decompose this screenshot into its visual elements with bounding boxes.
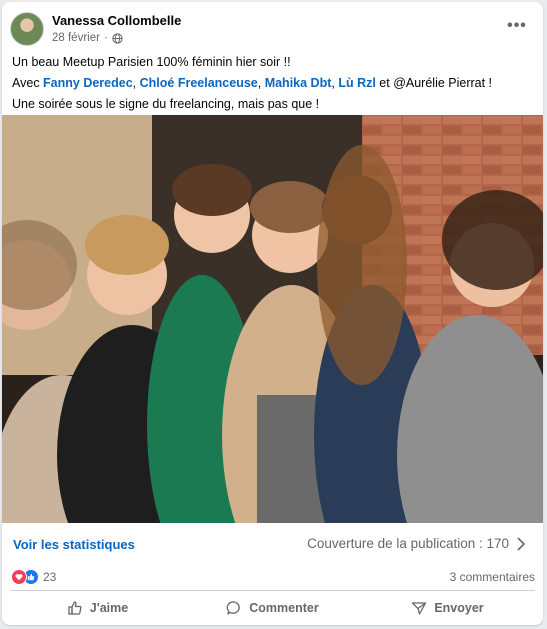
text-separator: , <box>257 76 265 90</box>
group-photo-illustration <box>2 115 543 523</box>
chevron-right-icon <box>517 536 526 551</box>
view-stats-link[interactable]: Voir les statistiques <box>13 537 135 552</box>
post-text: Un beau Meetup Parisien 100% féminin hie… <box>12 53 533 113</box>
comment-icon <box>226 601 241 615</box>
comment-button[interactable]: Commenter <box>185 594 360 622</box>
reaction-icons[interactable] <box>11 569 39 585</box>
more-options-button[interactable]: ••• <box>505 16 529 36</box>
send-icon <box>412 602 427 615</box>
post-coverage[interactable]: Couverture de la publication : 170 <box>307 536 527 551</box>
post-line-3: Une soirée sous le signe du freelancing,… <box>12 97 320 111</box>
mention-link[interactable]: Chloé Freelanceuse <box>140 76 258 90</box>
actions-divider <box>10 590 535 591</box>
send-label: Envoyer <box>434 601 484 615</box>
post-meta: 28 février · <box>52 32 123 44</box>
post-date[interactable]: 28 février <box>52 32 100 44</box>
post-header: Vanessa Collombelle 28 février · ••• <box>10 12 535 48</box>
mention-link[interactable]: Lù Rzl <box>338 76 376 90</box>
like-button[interactable]: J'aime <box>10 594 185 622</box>
reactions-row: 23 3 commentaires <box>2 564 543 588</box>
date-separator: · <box>103 32 108 44</box>
post-actions: J'aime Commenter Envoyer <box>10 594 535 622</box>
mention-link[interactable]: Fanny Deredec <box>43 76 133 90</box>
text-separator: , <box>132 76 140 90</box>
stats-row: Voir les statistiques Couverture de la p… <box>2 523 543 563</box>
reaction-count[interactable]: 23 <box>43 570 56 584</box>
post-card: Vanessa Collombelle 28 février · ••• Un … <box>2 2 543 625</box>
post-line-2: Avec Fanny Deredec, Chloé Freelanceuse, … <box>12 74 533 92</box>
send-button[interactable]: Envoyer <box>360 594 535 622</box>
comments-count[interactable]: 3 commentaires <box>450 570 535 584</box>
comment-label: Commenter <box>249 601 319 615</box>
author-avatar[interactable] <box>10 12 44 46</box>
post-line-1: Un beau Meetup Parisien 100% féminin hie… <box>12 55 291 69</box>
text-connector: et @Aurélie Pierrat ! <box>375 76 493 90</box>
more-icon: ••• <box>507 17 527 34</box>
author-name[interactable]: Vanessa Collombelle <box>52 13 181 28</box>
thumbs-up-icon <box>68 601 82 615</box>
text-prefix: Avec <box>12 76 44 90</box>
coverage-label: Couverture de la publication : 170 <box>307 536 509 551</box>
mention-link[interactable]: Mahika Dbt <box>265 76 332 90</box>
post-photo[interactable] <box>2 115 543 523</box>
heart-icon <box>11 569 27 585</box>
globe-icon <box>112 32 123 44</box>
like-label: J'aime <box>89 601 129 615</box>
